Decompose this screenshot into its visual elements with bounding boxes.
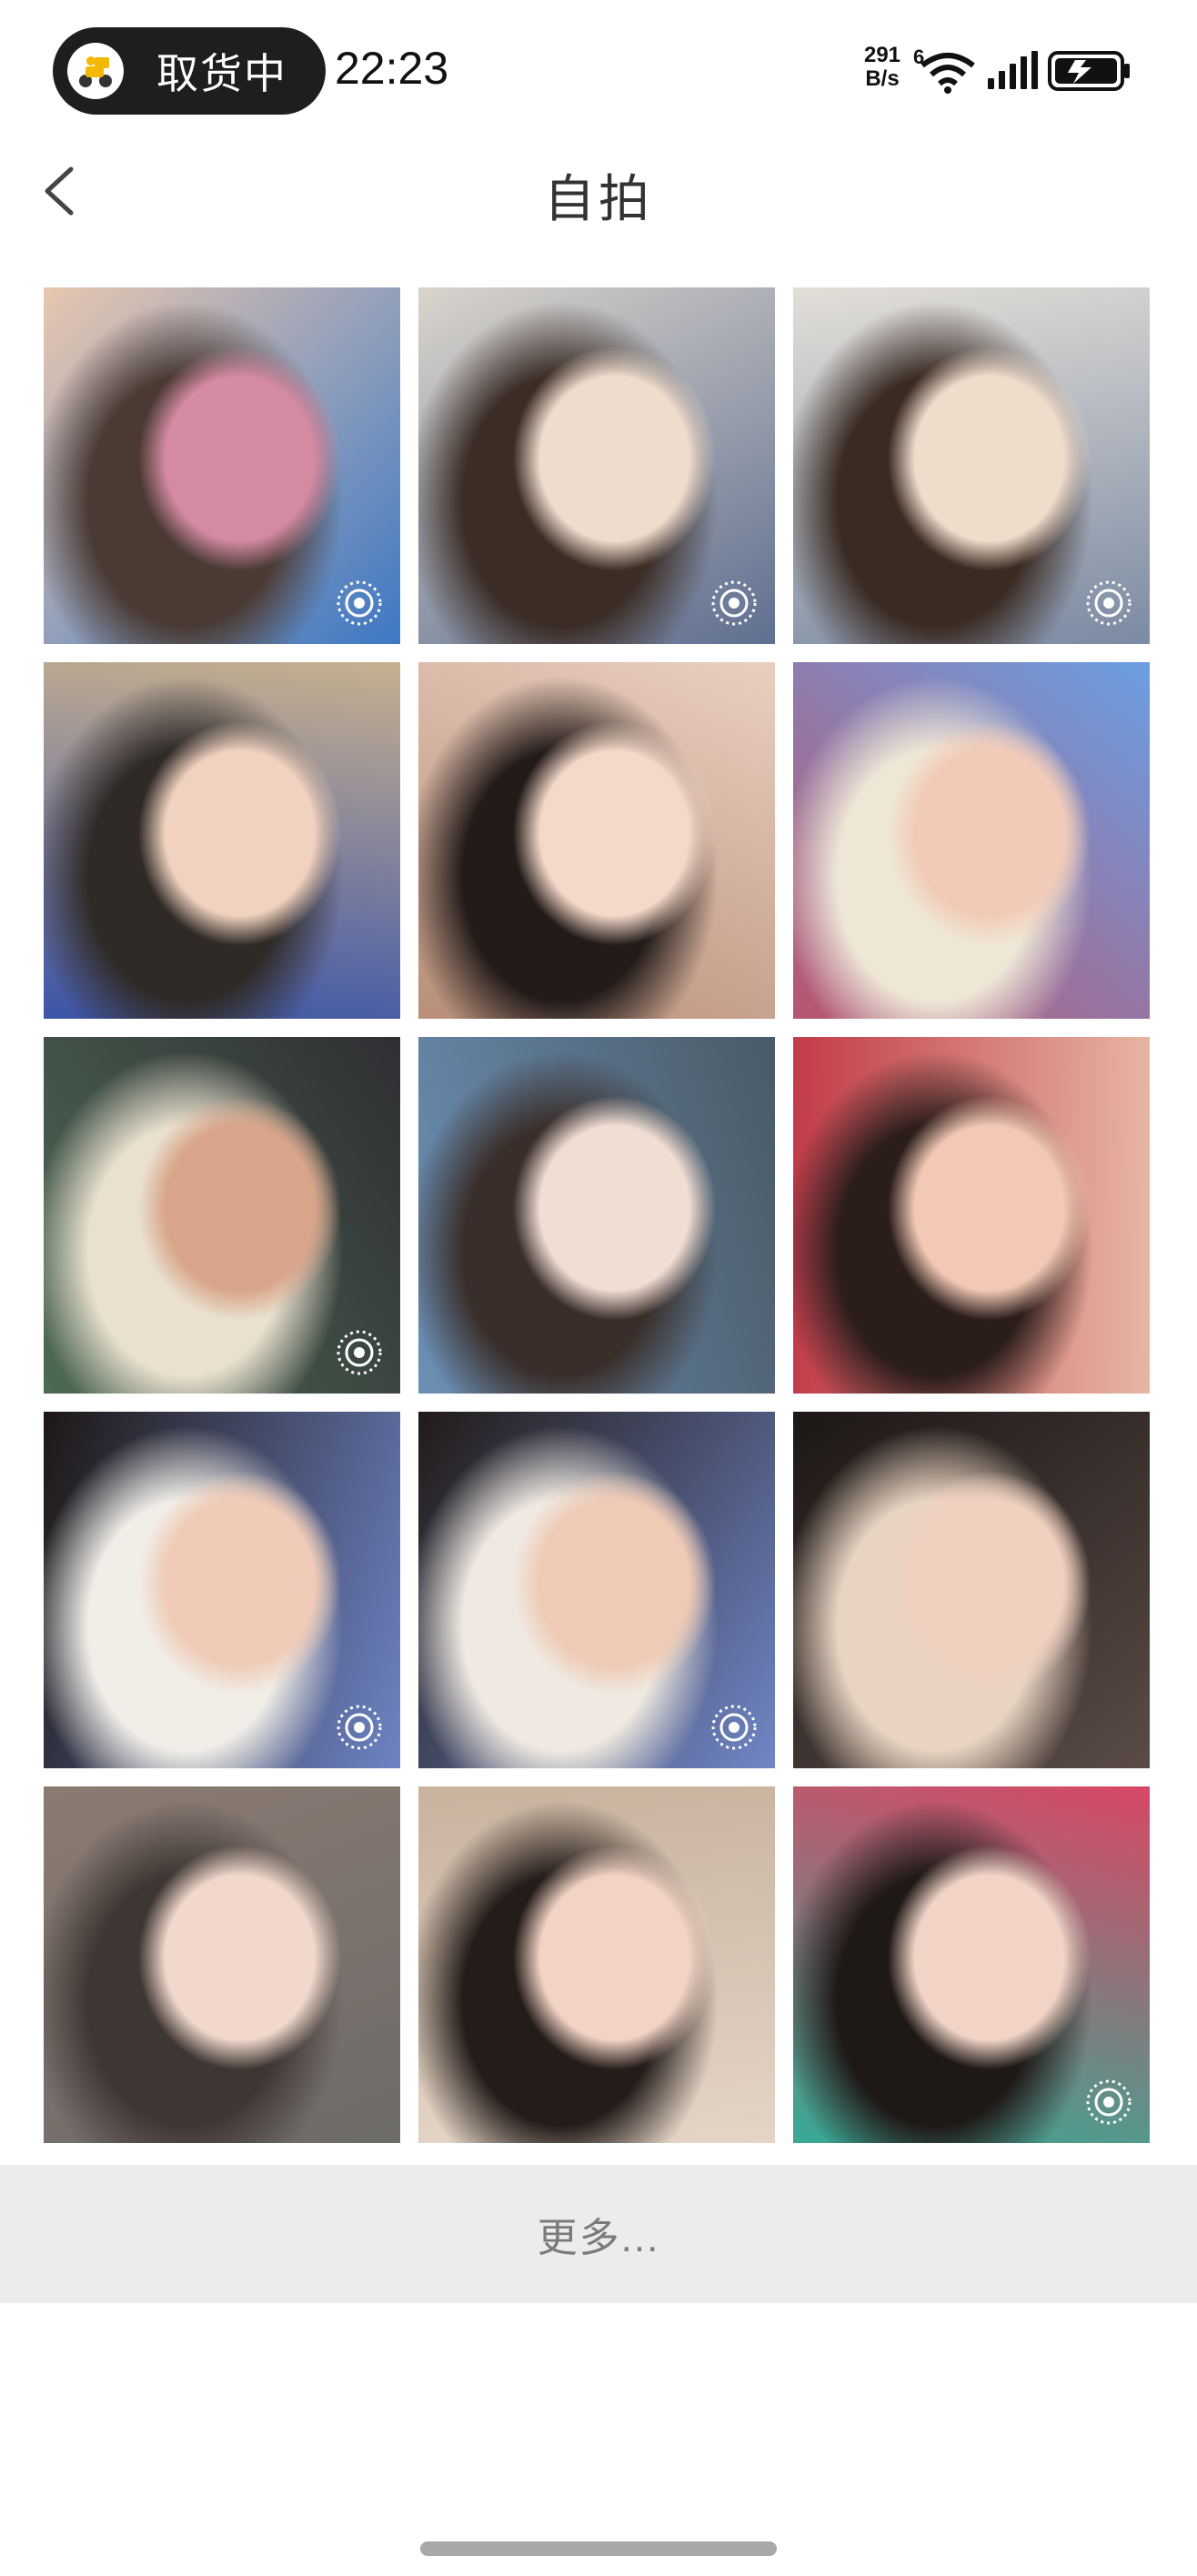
wifi-icon: 6 — [913, 45, 975, 94]
photo-image — [418, 1037, 775, 1394]
live-photo-icon — [711, 1705, 757, 1750]
photo-thumbnail[interactable] — [418, 1412, 775, 1768]
photo-image — [418, 662, 775, 1019]
photo-thumbnail[interactable] — [418, 662, 775, 1019]
photo-thumbnail[interactable] — [418, 287, 775, 644]
live-photo-icon — [1086, 580, 1132, 626]
photo-thumbnail[interactable] — [793, 287, 1150, 644]
live-photo-icon — [711, 580, 757, 626]
page-title: 自拍 — [544, 170, 653, 227]
battery-charging-icon — [1048, 51, 1130, 91]
photo-thumbnail[interactable] — [418, 1037, 775, 1394]
more-button[interactable]: 更多... — [0, 2165, 1197, 2303]
photo-image — [793, 1412, 1150, 1768]
photo-thumbnail[interactable] — [44, 287, 400, 644]
photo-image — [793, 662, 1150, 1019]
live-photo-icon — [337, 580, 382, 626]
network-speed: 291 B/s — [855, 44, 910, 91]
status-bar: 取货中 22:23 291 B/s 6 — [0, 0, 1197, 136]
photo-thumbnail[interactable] — [44, 1037, 400, 1394]
photo-thumbnail[interactable] — [793, 1786, 1150, 2143]
nav-bar: 自拍 — [0, 136, 1197, 246]
photo-image — [44, 662, 400, 1019]
photo-thumbnail[interactable] — [793, 1037, 1150, 1394]
network-speed-unit: B/s — [865, 66, 900, 91]
photo-thumbnail[interactable] — [418, 1786, 775, 2143]
photo-thumbnail[interactable] — [44, 1412, 400, 1768]
photo-thumbnail[interactable] — [793, 662, 1150, 1019]
more-label: 更多... — [537, 2216, 660, 2260]
photo-thumbnail[interactable] — [44, 662, 400, 1019]
network-speed-value: 291 — [863, 43, 901, 67]
home-indicator[interactable] — [420, 2541, 777, 2556]
photo-image — [44, 1786, 400, 2143]
signal-icon — [988, 51, 1038, 89]
live-photo-icon — [337, 1705, 382, 1750]
photo-thumbnail[interactable] — [793, 1412, 1150, 1768]
delivery-status-label: 取货中 — [156, 50, 287, 97]
delivery-status-pill[interactable]: 取货中 — [53, 27, 326, 115]
photo-image — [793, 1037, 1150, 1394]
clock: 22:23 — [335, 43, 449, 94]
photo-thumbnail[interactable] — [44, 1786, 400, 2143]
live-photo-icon — [1086, 2079, 1132, 2125]
delivery-scooter-icon — [67, 43, 124, 99]
photo-image — [418, 1786, 775, 2143]
live-photo-icon — [337, 1330, 382, 1375]
photo-grid — [44, 287, 1150, 2143]
